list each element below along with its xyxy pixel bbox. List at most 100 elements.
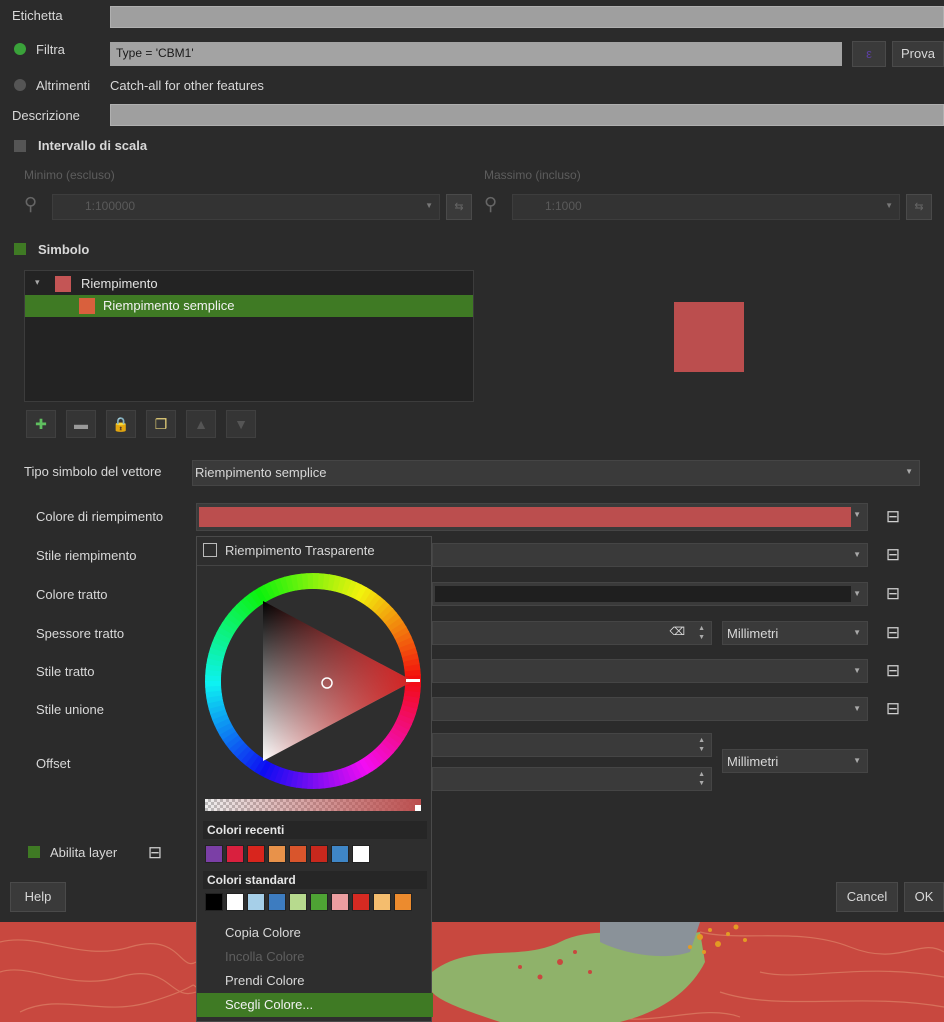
etichetta-field[interactable] — [110, 6, 944, 28]
data-defined-override-icon[interactable]: ⊟ — [882, 622, 904, 644]
spin-arrows-icon[interactable]: ▲ ▼ — [698, 736, 705, 754]
recent-color-swatch[interactable] — [331, 845, 349, 863]
label-fill-color: Colore di riempimento — [36, 509, 164, 524]
stroke-width-spinbox[interactable]: ⌫ ▲ ▼ — [432, 621, 712, 645]
stroke-style-combo[interactable]: ▼ — [432, 659, 868, 683]
map-features — [0, 922, 944, 1022]
alpha-slider-handle[interactable] — [415, 805, 421, 811]
menu-pick-color[interactable]: Prendi Colore — [197, 969, 433, 993]
data-defined-override-icon[interactable]: ⊟ — [882, 583, 904, 605]
minimo-scale-combo[interactable]: 1:100000 ▼ — [52, 194, 440, 220]
move-down-icon[interactable]: ▼ — [226, 410, 256, 438]
standard-color-swatch[interactable] — [205, 893, 223, 911]
label-offset: Offset — [36, 756, 71, 771]
clear-icon[interactable]: ⌫ — [669, 625, 685, 638]
label-stroke-width: Spessore tratto — [36, 626, 125, 641]
recent-color-swatch[interactable] — [268, 845, 286, 863]
tree-parent-label: Riempimento — [81, 276, 158, 291]
zoom-max-icon: ⚲ — [484, 194, 498, 214]
offset-y-spinbox[interactable]: ▲ ▼ — [432, 767, 712, 791]
recent-color-swatch[interactable] — [289, 845, 307, 863]
prova-button[interactable]: Prova — [892, 41, 944, 67]
fill-style-combo[interactable]: ▼ — [432, 543, 868, 567]
recent-color-swatch[interactable] — [310, 845, 328, 863]
label-filtra: Filtra — [36, 42, 65, 57]
simbolo-checkbox[interactable] — [14, 243, 26, 255]
ok-button[interactable]: OK — [904, 882, 944, 912]
standard-color-swatch[interactable] — [373, 893, 391, 911]
standard-color-swatch[interactable] — [247, 893, 265, 911]
stroke-color-button[interactable]: ▼ — [432, 582, 868, 606]
recent-color-swatch[interactable] — [205, 845, 223, 863]
alpha-slider[interactable] — [205, 799, 421, 811]
label-altrimenti: Altrimenti — [36, 78, 91, 93]
minimo-current-scale-button[interactable]: ⇆ — [446, 194, 472, 220]
standard-color-swatch[interactable] — [352, 893, 370, 911]
label-join-style: Stile unione — [36, 702, 104, 717]
stroke-width-unit-combo[interactable]: Millimetri ▼ — [722, 621, 868, 645]
label-fill-style: Stile riempimento — [36, 548, 137, 563]
menu-copy-color[interactable]: Copia Colore — [197, 921, 433, 945]
label-stroke-color: Colore tratto — [36, 587, 108, 602]
standard-color-swatch[interactable] — [268, 893, 286, 911]
color-wheel[interactable] — [203, 571, 423, 791]
intervallo-scala-checkbox[interactable] — [14, 140, 26, 152]
standard-colors-row — [205, 893, 425, 913]
expand-chevron-icon[interactable]: ▾ — [35, 277, 40, 288]
massimo-current-scale-button[interactable]: ⇆ — [906, 194, 932, 220]
label-stroke-style: Stile tratto — [36, 664, 95, 679]
data-defined-override-icon[interactable]: ⊟ — [882, 698, 904, 720]
join-style-combo[interactable]: ▼ — [432, 697, 868, 721]
recent-colors-header: Colori recenti — [203, 821, 427, 839]
lock-icon[interactable]: 🔒 — [106, 410, 136, 438]
standard-color-swatch[interactable] — [289, 893, 307, 911]
recent-color-swatch[interactable] — [247, 845, 265, 863]
recent-colors-row — [205, 845, 425, 865]
parent-color-swatch — [55, 276, 71, 292]
expression-builder-button[interactable]: ε — [852, 41, 886, 67]
altrimenti-radio[interactable] — [14, 79, 26, 91]
child-color-swatch — [79, 298, 95, 314]
add-layer-icon[interactable]: ✚ — [26, 410, 56, 438]
stroke-color-swatch — [435, 586, 851, 602]
standard-color-swatch[interactable] — [310, 893, 328, 911]
label-minimo: Minimo (escluso) — [24, 168, 115, 182]
tree-row-parent[interactable]: ▾ Riempimento — [25, 273, 473, 295]
filter-expression-input[interactable]: Type = 'CBM1' — [110, 42, 842, 66]
divider — [197, 565, 433, 566]
descrizione-field[interactable] — [110, 104, 944, 126]
tree-row-child-selected[interactable]: Riempimento semplice — [25, 295, 473, 317]
spin-arrows-icon[interactable]: ▲ ▼ — [698, 770, 705, 788]
color-popup-menu: Riempimento Trasparente Colori recenti C… — [196, 536, 433, 1022]
transparent-label: Riempimento Trasparente — [225, 543, 375, 558]
massimo-scale-combo[interactable]: 1:1000 ▼ — [512, 194, 900, 220]
data-defined-override-icon[interactable]: ⊟ — [882, 544, 904, 566]
standard-color-swatch[interactable] — [331, 893, 349, 911]
cancel-button[interactable]: Cancel — [836, 882, 898, 912]
filtra-radio[interactable] — [14, 43, 26, 55]
standard-color-swatch[interactable] — [394, 893, 412, 911]
label-descrizione: Descrizione — [12, 108, 80, 123]
offset-unit-combo[interactable]: Millimetri ▼ — [722, 749, 868, 773]
recent-color-swatch[interactable] — [352, 845, 370, 863]
remove-layer-icon[interactable]: ▬ — [66, 410, 96, 438]
data-defined-override-icon[interactable]: ⊟ — [882, 660, 904, 682]
symbol-type-combo[interactable]: Riempimento semplice ▼ — [192, 460, 920, 486]
label-simbolo: Simbolo — [38, 242, 90, 257]
abilita-layer-checkbox[interactable] — [28, 846, 40, 858]
fill-color-button[interactable]: ▼ — [196, 503, 868, 531]
help-button[interactable]: Help — [10, 882, 66, 912]
standard-color-swatch[interactable] — [226, 893, 244, 911]
offset-x-spinbox[interactable]: ▲ ▼ — [432, 733, 712, 757]
menu-choose-color[interactable]: Scegli Colore... — [197, 993, 433, 1017]
data-defined-override-icon[interactable]: ⊟ — [882, 506, 904, 528]
duplicate-icon[interactable]: ❐ — [146, 410, 176, 438]
data-defined-override-icon[interactable]: ⊟ — [144, 842, 166, 864]
recent-color-swatch[interactable] — [226, 845, 244, 863]
label-etichetta: Etichetta — [12, 8, 63, 23]
map-canvas[interactable] — [0, 922, 944, 1022]
transparent-checkbox[interactable] — [203, 543, 217, 557]
spin-arrows-icon[interactable]: ▲ ▼ — [698, 624, 705, 642]
menu-paste-color[interactable]: Incolla Colore — [197, 945, 433, 969]
move-up-icon[interactable]: ▲ — [186, 410, 216, 438]
